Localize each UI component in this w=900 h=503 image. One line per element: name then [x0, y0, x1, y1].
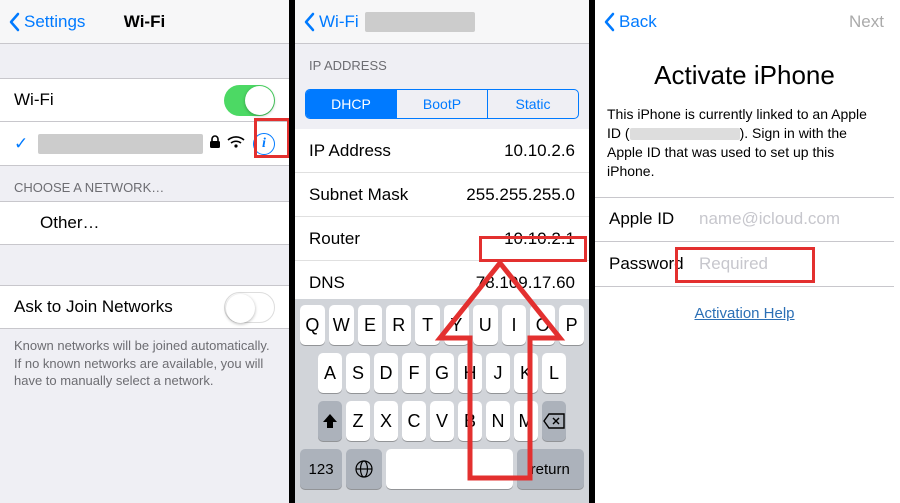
key-e[interactable]: E	[358, 305, 383, 345]
router-label: Router	[309, 229, 504, 249]
ip-address-row[interactable]: IP Address 10.10.2.6	[295, 129, 589, 173]
network-name-redacted	[38, 134, 203, 154]
dns-label: DNS	[309, 273, 476, 293]
current-network-row[interactable]: ✓ i	[0, 122, 289, 166]
appleid-label: Apple ID	[609, 209, 699, 229]
key-r[interactable]: R	[386, 305, 411, 345]
key-i[interactable]: I	[502, 305, 527, 345]
ip-address-value: 10.10.2.6	[504, 141, 589, 161]
other-label: Other…	[40, 213, 275, 233]
activation-help-container: Activation Help	[595, 287, 894, 339]
chevron-left-icon	[603, 12, 615, 32]
backspace-icon	[543, 413, 565, 429]
activation-description: This iPhone is currently linked to an Ap…	[595, 105, 894, 197]
appleid-redacted	[630, 128, 740, 140]
key-p[interactable]: P	[559, 305, 584, 345]
back-settings[interactable]: Settings	[8, 12, 85, 32]
next-button[interactable]: Next	[849, 12, 884, 32]
back-label: Wi-Fi	[319, 12, 359, 32]
seg-bootp[interactable]: BootP	[397, 90, 488, 118]
wifi-toggle-row[interactable]: Wi-Fi	[0, 78, 289, 122]
globe-icon	[354, 459, 374, 479]
keyboard-row4: 123 return	[298, 449, 586, 489]
keyboard[interactable]: QWERTYUIOP ASDFGHJKL ZXCVBNM 123 return	[295, 299, 589, 503]
seg-static[interactable]: Static	[488, 90, 578, 118]
key-k[interactable]: K	[514, 353, 538, 393]
key-f[interactable]: F	[402, 353, 426, 393]
key-backspace[interactable]	[542, 401, 566, 441]
ip-address-header: IP ADDRESS	[295, 44, 589, 79]
lock-icon	[209, 134, 221, 154]
ip-address-label: IP Address	[309, 141, 504, 161]
choose-network-header: CHOOSE A NETWORK…	[0, 166, 289, 201]
shift-icon	[321, 412, 339, 430]
ip-mode-segmented[interactable]: DHCP BootP Static	[305, 89, 579, 119]
wifi-label: Wi-Fi	[14, 90, 224, 110]
key-v[interactable]: V	[430, 401, 454, 441]
dns-value[interactable]: 78.109.17.60	[476, 273, 589, 293]
wifi-signal-icon	[227, 134, 245, 154]
keyboard-row3: ZXCVBNM	[298, 401, 586, 441]
nav-title: Wi-Fi	[124, 12, 165, 32]
key-j[interactable]: J	[486, 353, 510, 393]
key-u[interactable]: U	[473, 305, 498, 345]
keyboard-row2: ASDFGHJKL	[298, 353, 586, 393]
appleid-row[interactable]: Apple ID name@icloud.com	[595, 198, 894, 242]
password-field[interactable]: Required	[699, 254, 768, 274]
key-shift[interactable]	[318, 401, 342, 441]
activation-form: Apple ID name@icloud.com Password Requir…	[595, 197, 894, 287]
ask-to-join-toggle[interactable]	[224, 292, 275, 323]
key-n[interactable]: N	[486, 401, 510, 441]
key-g[interactable]: G	[430, 353, 454, 393]
router-row[interactable]: Router 10.10.2.1	[295, 217, 589, 261]
password-label: Password	[609, 254, 699, 274]
key-q[interactable]: Q	[300, 305, 325, 345]
key-c[interactable]: C	[402, 401, 426, 441]
key-x[interactable]: X	[374, 401, 398, 441]
key-z[interactable]: Z	[346, 401, 370, 441]
ask-to-join-row[interactable]: Ask to Join Networks	[0, 285, 289, 329]
key-b[interactable]: B	[458, 401, 482, 441]
key-y[interactable]: Y	[444, 305, 469, 345]
subnet-mask-value: 255.255.255.0	[466, 185, 589, 205]
chevron-left-icon	[8, 12, 20, 32]
key-s[interactable]: S	[346, 353, 370, 393]
key-a[interactable]: A	[318, 353, 342, 393]
password-row[interactable]: Password Required	[595, 242, 894, 286]
ask-to-join-label: Ask to Join Networks	[14, 297, 224, 317]
key-w[interactable]: W	[329, 305, 354, 345]
appleid-field[interactable]: name@icloud.com	[699, 209, 840, 229]
back-button[interactable]: Back	[603, 12, 657, 32]
back-label: Back	[619, 12, 657, 32]
key-space[interactable]	[386, 449, 512, 489]
keyboard-row1: QWERTYUIOP	[298, 305, 586, 345]
other-network-row[interactable]: Other…	[0, 201, 289, 245]
key-123[interactable]: 123	[300, 449, 342, 489]
chevron-left-icon	[303, 12, 315, 32]
wifi-toggle[interactable]	[224, 85, 275, 116]
key-return[interactable]: return	[517, 449, 584, 489]
nav-bar: Back Next	[595, 0, 894, 44]
nav-bar: Settings Wi-Fi	[0, 0, 289, 44]
router-value: 10.10.2.1	[504, 229, 589, 249]
key-l[interactable]: L	[542, 353, 566, 393]
activation-help-link[interactable]: Activation Help	[694, 305, 794, 322]
page-title: Activate iPhone	[595, 44, 894, 105]
back-label: Settings	[24, 12, 85, 32]
info-icon[interactable]: i	[253, 133, 275, 155]
ask-to-join-note: Known networks will be joined automatica…	[0, 329, 289, 398]
key-o[interactable]: O	[530, 305, 555, 345]
key-globe[interactable]	[346, 449, 382, 489]
back-wifi[interactable]: Wi-Fi	[303, 12, 359, 32]
key-m[interactable]: M	[514, 401, 538, 441]
key-d[interactable]: D	[374, 353, 398, 393]
checkmark-icon: ✓	[14, 134, 28, 154]
nav-title-redacted	[365, 12, 475, 32]
key-h[interactable]: H	[458, 353, 482, 393]
seg-dhcp[interactable]: DHCP	[306, 90, 397, 118]
nav-bar: Wi-Fi	[295, 0, 589, 44]
subnet-mask-row[interactable]: Subnet Mask 255.255.255.0	[295, 173, 589, 217]
subnet-mask-label: Subnet Mask	[309, 185, 466, 205]
key-t[interactable]: T	[415, 305, 440, 345]
